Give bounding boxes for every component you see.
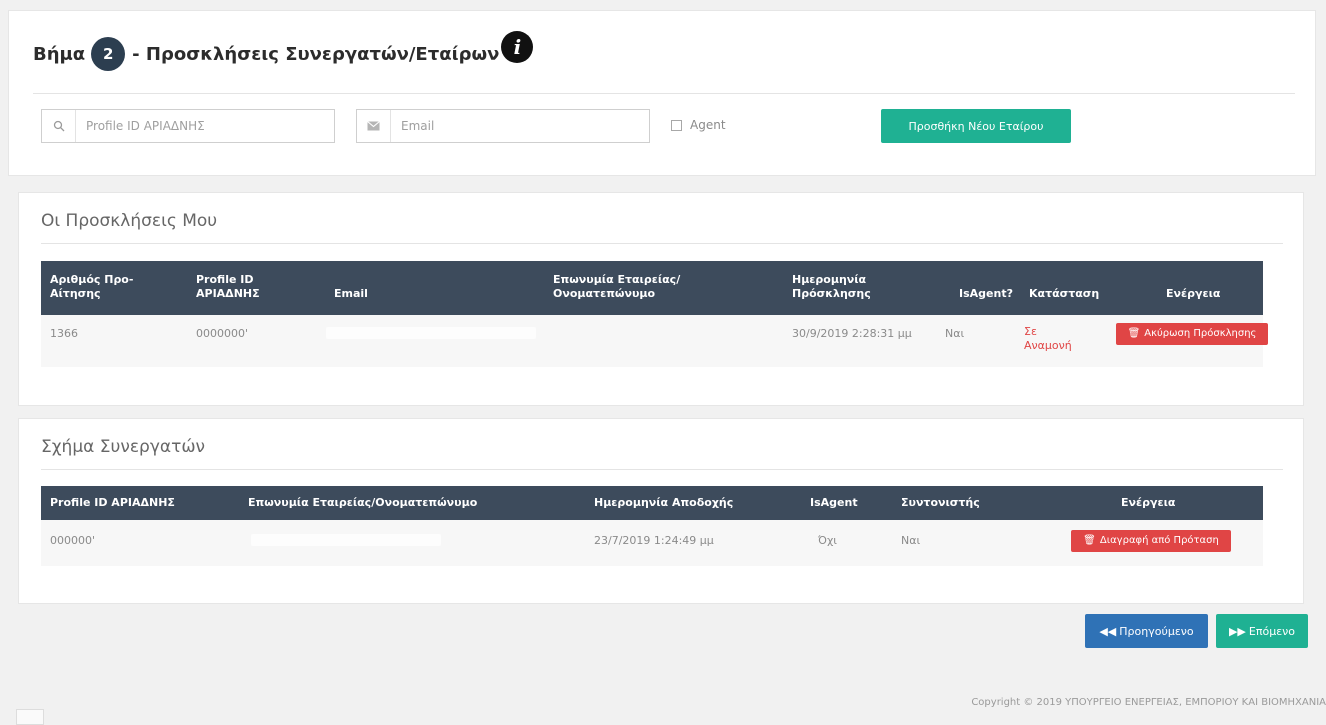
partners-table-header: Profile ID ΑΡΙΑΔΝΗΣ Επωνυμία Εταιρείας/Ο… — [41, 486, 1263, 520]
col-action-header: Ενέργεια — [1121, 496, 1176, 509]
col-name-header-line2: Ονοματεπώνυμο — [553, 287, 656, 300]
next-button[interactable]: ▶▶ Επόμενο — [1216, 614, 1308, 648]
info-icon[interactable]: i — [501, 31, 534, 63]
page-title: - Προσκλήσεις Συνεργατών/Εταίρων — [132, 43, 500, 65]
col-profile-header-line1: Profile ID — [196, 273, 254, 286]
redacted-email — [326, 327, 536, 339]
trash-icon: 🗑 — [1083, 535, 1096, 546]
cancel-invitation-button[interactable]: 🗑 Ακύρωση Πρόσκλησης — [1116, 323, 1268, 345]
email-input[interactable] — [391, 110, 649, 142]
trash-icon: 🗑 — [1127, 328, 1141, 339]
redacted-name — [251, 534, 441, 546]
footer-copyright: Copyright © 2019 ΥΠΟΥΡΓΕΙΟ ΕΝΕΡΓΕΙΑΣ, ΕΜ… — [971, 697, 1326, 708]
previous-label: Προηγούμενο — [1119, 624, 1194, 638]
partner-accept-date: 23/7/2019 1:24:49 μμ — [594, 534, 714, 547]
col-name-header-line1: Επωνυμία Εταιρείας/ — [553, 273, 681, 286]
step-number-badge: 2 — [91, 37, 126, 71]
col-id-header-line1: Αριθμός Προ- — [50, 273, 134, 286]
divider — [33, 93, 1295, 94]
step-panel: Βήμα 2 - Προσκλήσεις Συνεργατών/Εταίρων … — [8, 10, 1316, 176]
invitations-table-header: Αριθμός Προ- Αίτησης Profile ID ΑΡΙΑΔΝΗΣ E… — [41, 261, 1263, 315]
envelope-icon — [357, 110, 391, 142]
next-label: Επόμενο — [1248, 624, 1296, 638]
fast-backward-icon: ◀◀ — [1099, 624, 1117, 638]
col-isagent-header: IsAgent? — [959, 287, 1013, 300]
profile-id-field — [41, 109, 335, 143]
col-name-header: Επωνυμία Εταιρείας/Ονοματεπώνυμο — [248, 496, 478, 509]
invite-isagent: Ναι — [945, 327, 965, 340]
status-line2: Αναμονή — [1024, 339, 1072, 352]
col-date-header: Ημερομηνία Αποδοχής — [594, 496, 734, 509]
col-isagent-header: IsAgent — [810, 496, 858, 509]
col-date-header-line2: Πρόσκλησης — [792, 287, 871, 300]
agent-checkbox-box[interactable] — [671, 119, 682, 131]
col-name-header: Επωνυμία Εταιρείας/Ονοματεπώνυμο — [553, 273, 680, 301]
partners-panel: Σχήμα Συνεργατών Profile ID ΑΡΙΑΔΝΗΣ Επω… — [18, 418, 1304, 604]
status-badge: Σε Αναμονή — [1024, 325, 1072, 353]
search-icon — [42, 110, 76, 142]
fast-forward-icon: ▶▶ — [1228, 624, 1246, 638]
email-field — [356, 109, 650, 143]
col-id-header-line2: Αίτησης — [50, 287, 101, 300]
previous-button[interactable]: ◀◀ Προηγούμενο — [1085, 614, 1208, 648]
col-profile-header: Profile ID ΑΡΙΑΔΝΗΣ — [50, 496, 175, 509]
invite-id: 1366 — [50, 327, 78, 340]
step-heading: Βήμα 2 - Προσκλήσεις Συνεργατών/Εταίρων … — [33, 31, 534, 71]
col-profile-header-line2: ΑΡΙΑΔΝΗΣ — [196, 287, 260, 300]
col-profile-header: Profile ID ΑΡΙΑΔΝΗΣ — [196, 273, 260, 301]
col-email-header: Email — [334, 287, 368, 300]
col-status-header: Κατάσταση — [1029, 287, 1100, 300]
partner-isagent: Όχι — [818, 534, 838, 547]
my-invitations-panel: Οι Προσκλήσεις Μου Αριθμός Προ- Αίτησης P… — [18, 192, 1304, 406]
partners-title: Σχήμα Συνεργατών — [41, 437, 206, 457]
col-id-header: Αριθμός Προ- Αίτησης — [50, 273, 133, 301]
step-label: Βήμα — [33, 43, 86, 65]
corner-widget — [16, 709, 44, 725]
col-coordinator-header: Συντονιστής — [901, 496, 980, 509]
invite-date: 30/9/2019 2:28:31 μμ — [792, 327, 912, 340]
table-row: 1366 0000000' 30/9/2019 2:28:31 μμ Ναι Σ… — [41, 315, 1268, 367]
partner-coordinator: Ναι — [901, 534, 921, 547]
divider — [41, 243, 1283, 244]
invitations-title: Οι Προσκλήσεις Μου — [41, 211, 218, 231]
cancel-invitation-label: Ακύρωση Πρόσκλησης — [1144, 328, 1257, 339]
add-partner-button[interactable]: Προσθήκη Νέου Εταίρου — [881, 109, 1071, 143]
remove-from-proposal-label: Διαγραφή από Πρόταση — [1099, 535, 1219, 546]
col-date-header-line1: Ημερομηνία — [792, 273, 867, 286]
table-row: 000000' 23/7/2019 1:24:49 μμ Όχι Ναι 🗑 Δ… — [41, 520, 1263, 566]
col-date-header: Ημερομηνία Πρόσκλησης — [792, 273, 871, 301]
invite-profile-id: 0000000' — [196, 327, 249, 340]
agent-checkbox[interactable]: Agent — [671, 118, 726, 132]
remove-from-proposal-button[interactable]: 🗑 Διαγραφή από Πρόταση — [1071, 530, 1231, 552]
col-action-header: Ενέργεια — [1166, 287, 1221, 300]
partner-profile-id: 000000' — [50, 534, 96, 547]
divider — [41, 469, 1283, 470]
agent-checkbox-label: Agent — [690, 118, 726, 132]
status-line1: Σε — [1024, 325, 1037, 338]
profile-id-input[interactable] — [76, 110, 334, 142]
